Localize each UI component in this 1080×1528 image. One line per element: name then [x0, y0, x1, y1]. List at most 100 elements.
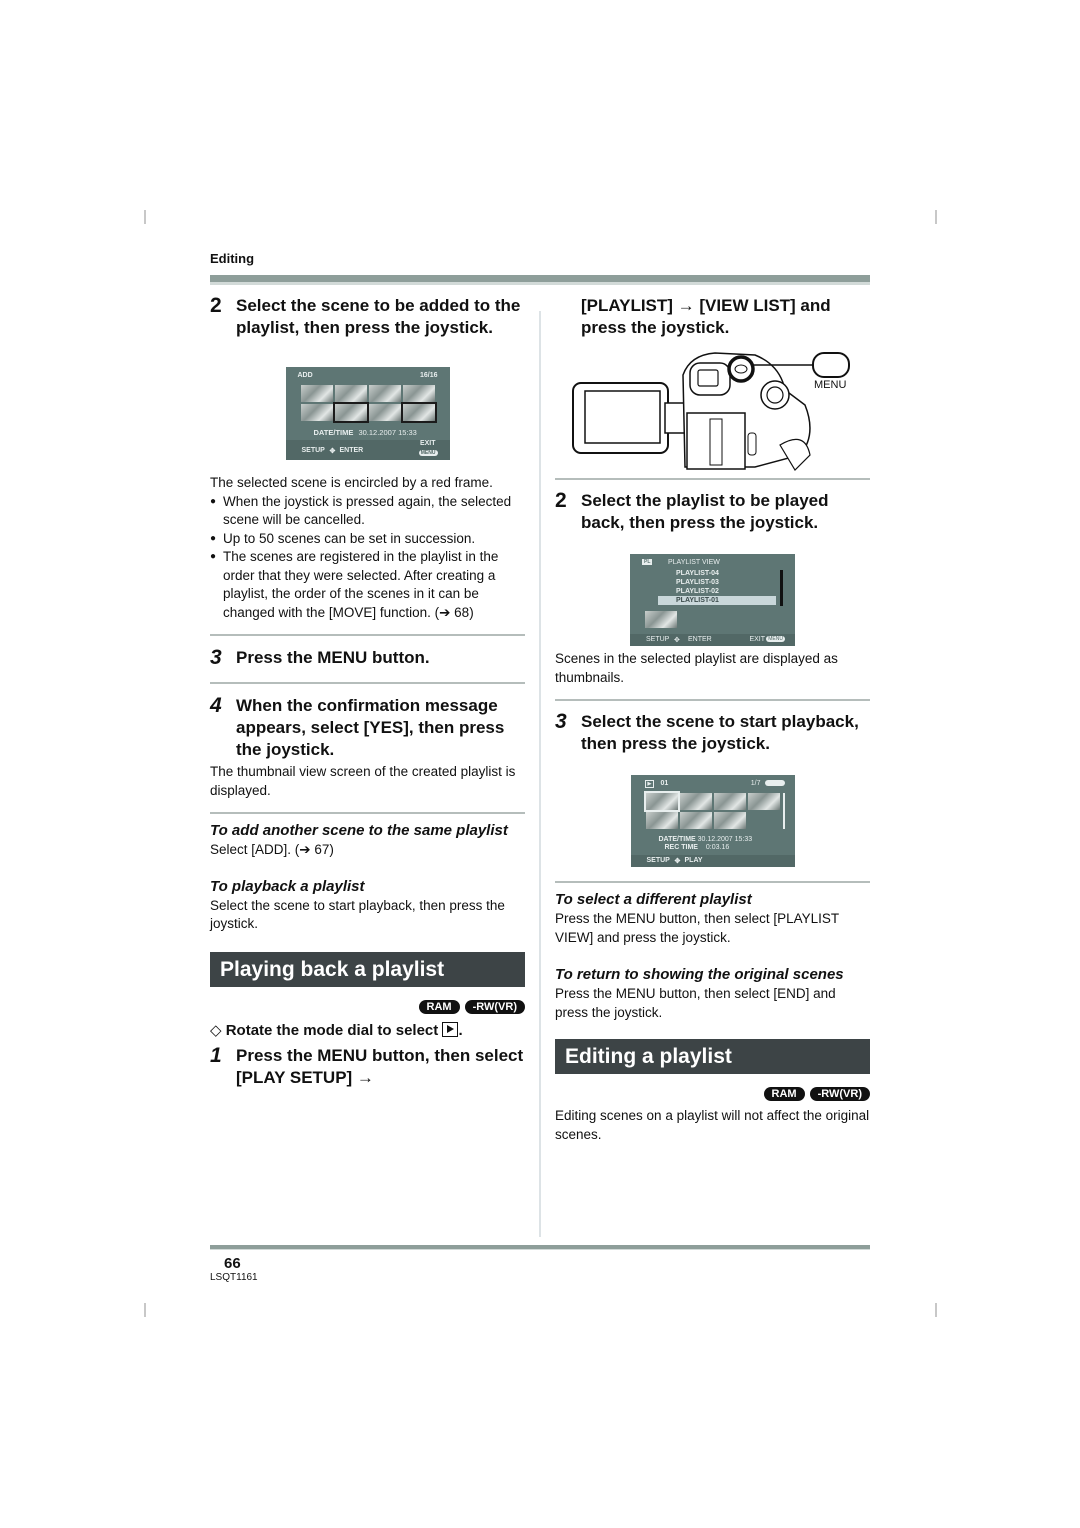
thumbnail-selected — [400, 402, 437, 423]
thumbnail — [679, 812, 712, 829]
exit-label: EXIT — [749, 636, 765, 643]
different-playlist-heading: To select a different playlist — [555, 891, 752, 908]
badge-rw-vr: -RW(VR) — [809, 1087, 870, 1101]
return-original-heading: To return to showing the original scenes — [555, 966, 844, 983]
rec-time-label: REC TIME — [664, 844, 698, 851]
camera-illustration: MENU — [555, 345, 870, 475]
section-label: Editing — [210, 251, 255, 266]
thumbnail — [300, 404, 333, 421]
rotate-note: ◇ Rotate the mode dial to select . — [210, 1021, 525, 1041]
different-playlist-text: Press the MENU button, then select [PLAY… — [555, 911, 839, 945]
thumbnail-current — [643, 791, 680, 812]
bullet-item: The scenes are registered in the playlis… — [210, 548, 525, 622]
step-1-play-setup: 1 Press the MENU button, then select [PL… — [210, 1043, 525, 1089]
step-number: 3 — [555, 710, 567, 733]
date-time-label: DATE/TIME — [658, 836, 696, 843]
joystick-icon: ✥ — [674, 858, 681, 865]
setup-label: SETUP — [646, 857, 670, 864]
play-label: PLAY — [684, 857, 703, 864]
step-2-note: Scenes in the selected playlist are disp… — [555, 651, 838, 685]
menu-icon: MENU — [418, 450, 438, 456]
playlist-thumbnail — [645, 611, 677, 628]
note-bullets: When the joystick is pressed again, the … — [210, 493, 525, 623]
period: . — [458, 1021, 463, 1039]
left-column: 2 Select the scene to be added to the pl… — [210, 295, 525, 1089]
thumbnail — [713, 793, 746, 810]
step-number: 3 — [210, 646, 222, 669]
step-text: Select the scene to be added to the play… — [236, 296, 521, 337]
header-divider — [210, 275, 870, 285]
camcorder-drawing — [572, 352, 850, 471]
step-text: Press the MENU button. — [236, 648, 430, 667]
thumbnail-selected — [332, 402, 369, 423]
return-original-text: Press the MENU button, then select [END]… — [555, 986, 836, 1020]
editing-note: Editing scenes on a playlist will not af… — [555, 1108, 870, 1142]
playlist-thumbnail-screen-image: ▶ 01 1/7 DATE/TIME 30.12.2007 15:33 REC … — [630, 775, 795, 867]
media-badges: RAM -RW(VR) — [555, 1087, 870, 1101]
playlist-list: PLAYLIST-04 PLAYLIST-03 PLAYLIST-02 PLAY… — [658, 569, 776, 605]
step-3-menu: 3 Press the MENU button. — [210, 647, 525, 669]
step-text: Select the scene to start playback, then… — [581, 712, 859, 753]
thumbnail — [300, 385, 333, 402]
date-time-value: 30.12.2007 15:33 — [697, 836, 753, 843]
step-number: 2 — [555, 489, 567, 512]
divider — [555, 699, 870, 701]
crop-mark — [144, 1303, 146, 1317]
playlist-number: 01 — [660, 780, 669, 787]
page-number: 66 — [224, 1255, 241, 1272]
divider — [210, 634, 525, 636]
bullet-item: Up to 50 scenes can be set in succession… — [210, 530, 525, 549]
step-number: 1 — [210, 1043, 222, 1067]
exit-label: EXIT — [419, 440, 436, 447]
playlist-item[interactable]: PLAYLIST-02 — [658, 587, 776, 596]
badge-rw-vr: -RW(VR) — [464, 999, 525, 1014]
scrollbar[interactable] — [782, 793, 785, 829]
playlist-item[interactable]: PLAYLIST-03 — [658, 578, 776, 587]
thumbnail — [402, 385, 435, 402]
thumbnail — [679, 793, 712, 810]
badge-ram: RAM — [763, 1087, 805, 1101]
step-4-confirm: 4 When the confirmation message appears,… — [210, 695, 525, 761]
playlist-icon: PL — [642, 559, 653, 565]
crop-mark — [935, 1303, 937, 1317]
selected-note: The selected scene is encircled by a red… — [210, 475, 493, 490]
step-text: When the confirmation message appears, s… — [236, 696, 505, 759]
playback-mode-icon — [442, 1021, 459, 1037]
rotate-text: Rotate the mode dial to select — [225, 1021, 439, 1039]
scene-counter: 16/16 — [419, 372, 438, 379]
screen-footer: SETUP ✥ ENTER EXIT MENU — [285, 440, 450, 460]
thumbnail-grid — [643, 791, 780, 829]
step-number: 2 — [210, 294, 222, 317]
step-3-select-scene: 3 Select the scene to start playback, th… — [555, 711, 870, 755]
step-2-select-playlist: 2 Select the playlist to be played back,… — [555, 490, 870, 534]
crop-mark — [935, 210, 937, 224]
joystick-icon: ✥ — [329, 448, 336, 455]
menu-button-label: MENU — [814, 379, 847, 391]
playlist-item[interactable]: PLAYLIST-04 — [658, 569, 776, 578]
section-banner-editing: Editing a playlist — [555, 1039, 870, 1074]
add-mode-label: ADD — [297, 372, 313, 379]
menu-icon: MENU — [766, 636, 785, 642]
thumbnail — [334, 385, 367, 402]
thumbnail — [645, 812, 678, 829]
playlist-item-selected[interactable]: PLAYLIST-01 — [658, 596, 776, 605]
divider — [210, 812, 525, 814]
scrollbar[interactable] — [780, 570, 783, 606]
add-another-heading: To add another scene to the same playlis… — [210, 822, 508, 839]
enter-label: ENTER — [339, 447, 364, 454]
thumbnail-grid — [300, 385, 437, 423]
play-mode-icon: ▶ — [644, 780, 655, 788]
step-number: 4 — [210, 694, 222, 717]
media-badges: RAM -RW(VR) — [210, 999, 525, 1014]
enter-label: ENTER — [688, 636, 712, 643]
scene-info: DATE/TIME 30.12.2007 15:33 REC TIME 0:03… — [659, 836, 753, 852]
date-time-value: 30.12.2007 15:33 — [358, 428, 417, 437]
date-time-row: DATE/TIME 30.12.2007 15:33 — [314, 428, 417, 437]
setup-label: SETUP — [646, 636, 670, 643]
playback-text: Select the scene to start playback, then… — [210, 897, 505, 932]
diamond-icon: ◇ — [210, 1021, 222, 1039]
scene-counter: 1/7 — [750, 780, 761, 787]
section-banner-playing-back: Playing back a playlist — [210, 951, 525, 987]
footer-divider — [210, 1245, 870, 1250]
crop-mark — [144, 210, 146, 224]
